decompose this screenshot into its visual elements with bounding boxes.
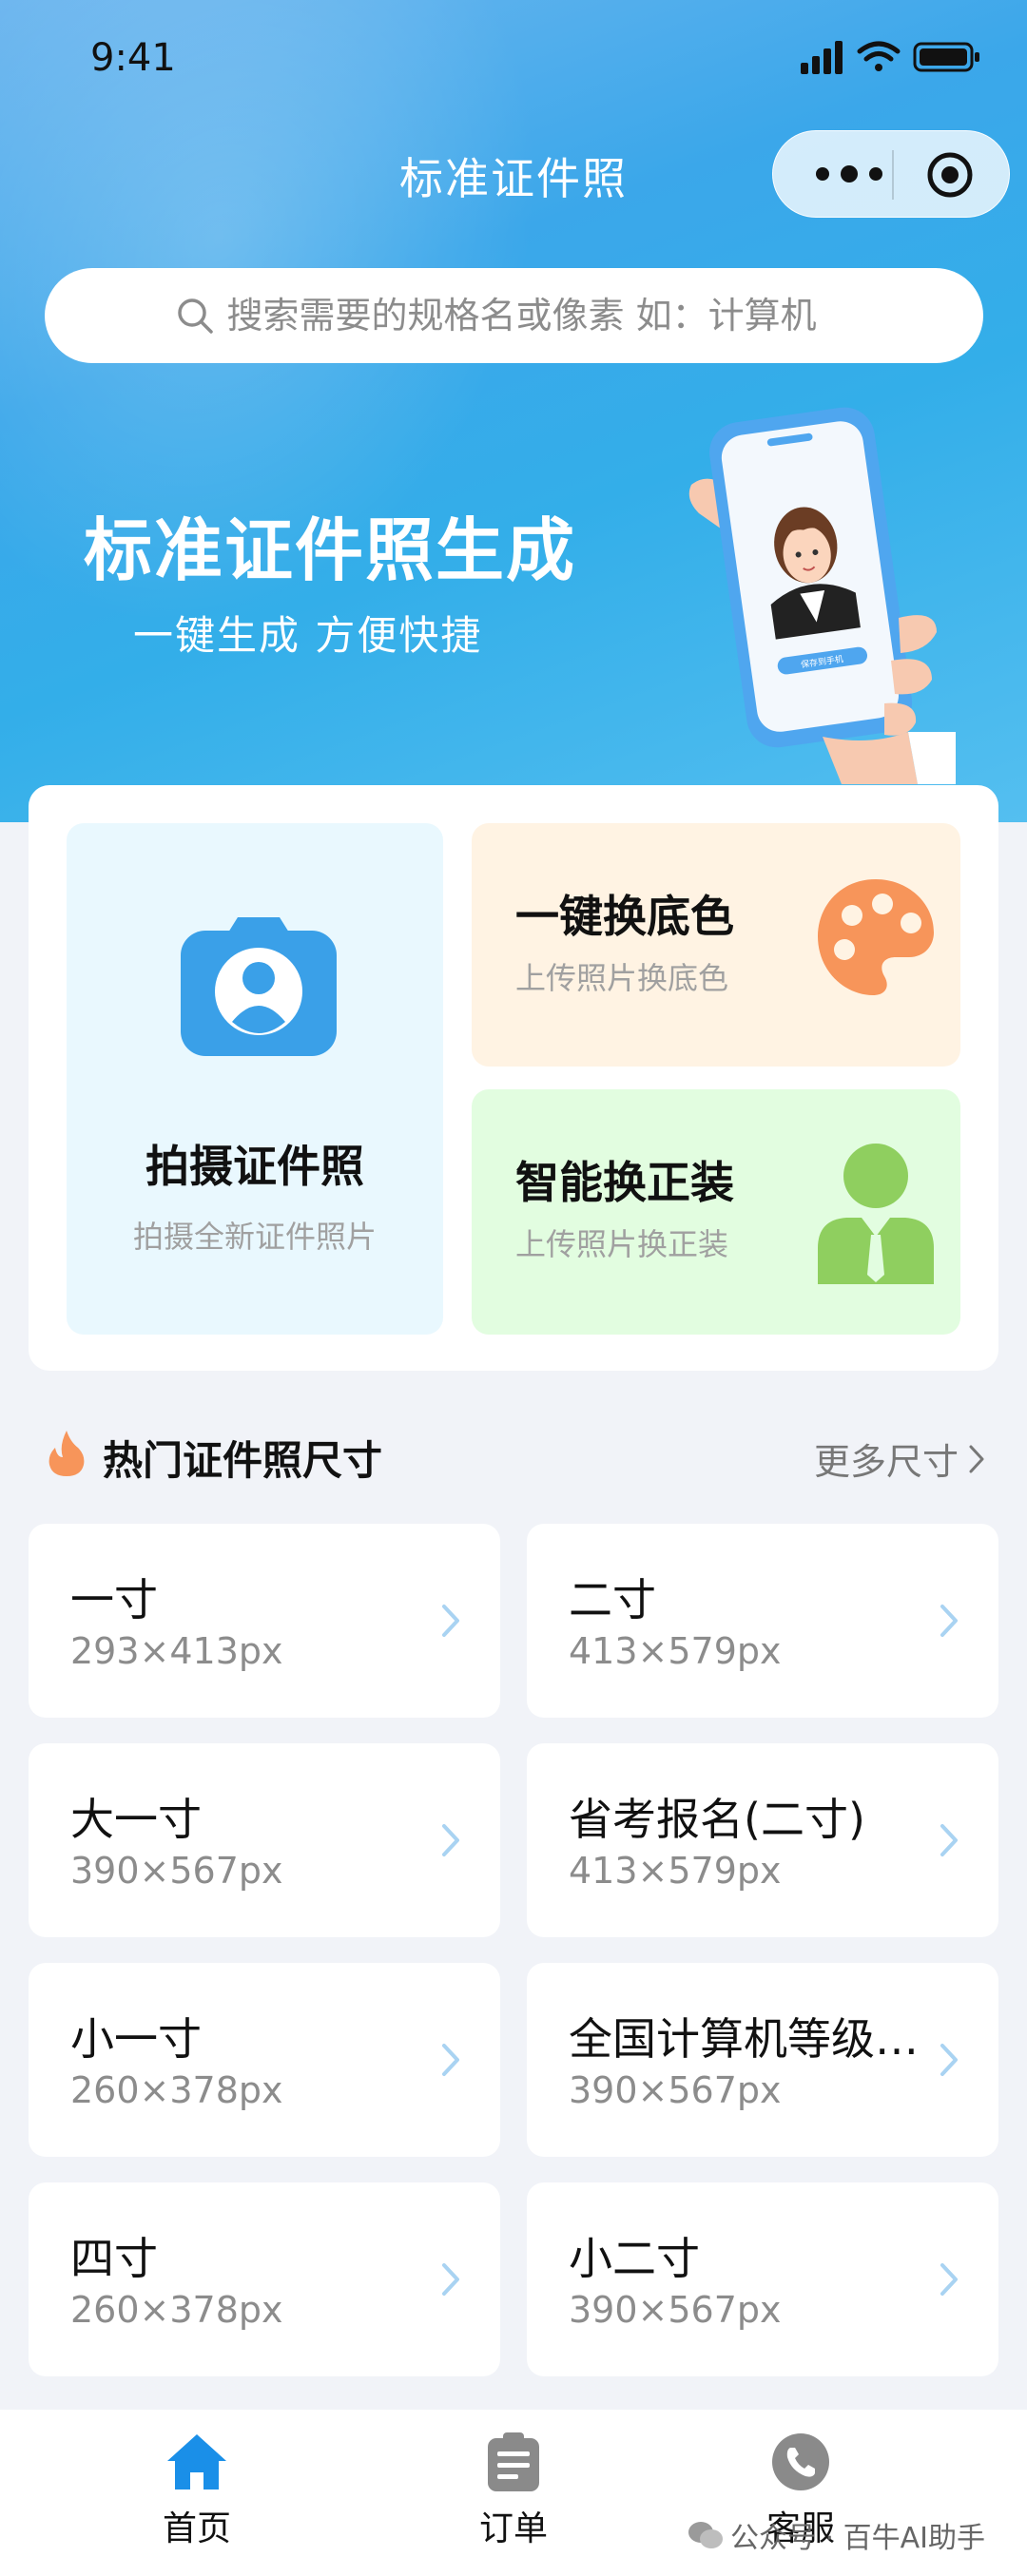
size-name: 省考报名(二寸) bbox=[569, 1794, 865, 1845]
chevron-right-icon bbox=[442, 1605, 459, 1637]
shoot-id-photo-card[interactable]: 拍摄证件照 拍摄全新证件照片 bbox=[67, 823, 443, 1335]
suit-title: 智能换正装 bbox=[515, 1157, 734, 1208]
hero-title: 标准证件照生成 bbox=[84, 510, 577, 590]
mini-program-capsule bbox=[772, 130, 1010, 218]
wifi-icon bbox=[857, 41, 901, 71]
camera-icon bbox=[181, 917, 337, 1056]
size-name: 小一寸 bbox=[70, 2013, 202, 2065]
hero-subtitle: 一键生成 方便快捷 bbox=[133, 612, 483, 659]
size-card[interactable]: 小一寸 260×378px bbox=[29, 1963, 500, 2157]
size-pixels: 293×413px bbox=[70, 1630, 283, 1672]
background-title: 一键换底色 bbox=[515, 891, 734, 942]
size-card[interactable]: 二寸 413×579px bbox=[527, 1524, 998, 1718]
change-suit-card[interactable]: 智能换正装 上传照片换正装 bbox=[472, 1089, 960, 1335]
signal-icon bbox=[801, 41, 843, 74]
size-card[interactable]: 省考报名(二寸) 413×579px bbox=[527, 1743, 998, 1937]
phone-icon bbox=[772, 2433, 829, 2490]
shoot-subtitle: 拍摄全新证件照片 bbox=[132, 1219, 377, 1255]
tab-orders[interactable]: 订单 bbox=[418, 2429, 609, 2562]
wechat-icon bbox=[688, 2522, 723, 2548]
capsule-divider bbox=[892, 150, 894, 200]
size-pixels: 390×567px bbox=[569, 2069, 782, 2111]
suit-person-icon bbox=[818, 1144, 934, 1284]
chevron-right-icon bbox=[940, 2263, 958, 2296]
search-bar[interactable] bbox=[45, 268, 983, 363]
change-background-card[interactable]: 一键换底色 上传照片换底色 bbox=[472, 823, 960, 1067]
size-name: 大一寸 bbox=[70, 1794, 202, 1845]
size-pixels: 390×567px bbox=[569, 2289, 782, 2331]
more-icon[interactable] bbox=[811, 160, 887, 188]
size-card[interactable]: 小二寸 390×567px bbox=[527, 2182, 998, 2376]
size-card[interactable]: 四寸 260×378px bbox=[29, 2182, 500, 2376]
hot-sizes-title: 热门证件照尺寸 bbox=[103, 1437, 383, 1484]
chevron-right-icon bbox=[442, 2263, 459, 2296]
chevron-right-icon bbox=[442, 2044, 459, 2076]
size-name: 小二寸 bbox=[569, 2233, 700, 2284]
chevron-right-icon bbox=[940, 2044, 958, 2076]
more-sizes-link[interactable]: 更多尺寸 bbox=[814, 1432, 987, 1485]
size-pixels: 260×378px bbox=[70, 2069, 283, 2111]
battery-icon bbox=[913, 42, 979, 72]
chevron-right-icon bbox=[940, 1824, 958, 1856]
watermark: 公众号 · 百牛AI助手 bbox=[687, 2514, 985, 2556]
size-pixels: 260×378px bbox=[70, 2289, 283, 2331]
chevron-right-icon bbox=[442, 1824, 459, 1856]
hero-banner: 9:41 标准证件照 搜索需要的规格名或像素 如：计算机 标准证件照生成 一键生… bbox=[0, 0, 1027, 822]
hot-sizes-header: 热门证件照尺寸 更多尺寸 bbox=[29, 1421, 998, 1488]
size-name: 一寸 bbox=[70, 1574, 158, 1625]
suit-subtitle: 上传照片换正装 bbox=[515, 1226, 729, 1262]
palette-icon bbox=[818, 879, 934, 995]
size-pixels: 413×579px bbox=[569, 1630, 782, 1672]
size-name: 全国计算机等级… bbox=[569, 2013, 919, 2065]
size-card[interactable]: 全国计算机等级… 390×567px bbox=[527, 1963, 998, 2157]
size-card[interactable]: 大一寸 390×567px bbox=[29, 1743, 500, 1937]
status-icons bbox=[801, 41, 979, 74]
search-input[interactable] bbox=[226, 295, 855, 336]
size-pixels: 413×579px bbox=[569, 1850, 782, 1892]
close-target-icon[interactable] bbox=[925, 150, 975, 200]
home-icon bbox=[167, 2434, 226, 2489]
tab-home[interactable]: 首页 bbox=[102, 2429, 292, 2562]
status-time: 9:41 bbox=[90, 36, 176, 80]
shoot-title: 拍摄证件照 bbox=[145, 1141, 364, 1192]
tab-label: 首页 bbox=[162, 2509, 231, 2548]
feature-panel: 拍摄证件照 拍摄全新证件照片 一键换底色 上传照片换底色 智能换正装 上传照片换… bbox=[29, 785, 998, 1371]
size-name: 二寸 bbox=[569, 1574, 656, 1625]
clipboard-icon bbox=[488, 2432, 539, 2491]
phone-illustration: 保存到手机 bbox=[688, 407, 956, 784]
more-sizes-label: 更多尺寸 bbox=[813, 1441, 959, 1483]
chevron-right-icon bbox=[969, 1445, 984, 1472]
flame-icon bbox=[48, 1431, 85, 1476]
chevron-right-icon bbox=[940, 1605, 958, 1637]
watermark-text: 公众号 · 百牛AI助手 bbox=[730, 2522, 985, 2555]
size-name: 四寸 bbox=[70, 2233, 158, 2284]
size-pixels: 390×567px bbox=[70, 1850, 283, 1892]
search-icon bbox=[177, 298, 213, 334]
tab-label: 订单 bbox=[478, 2509, 548, 2548]
size-card[interactable]: 一寸 293×413px bbox=[29, 1524, 500, 1718]
background-subtitle: 上传照片换底色 bbox=[515, 960, 729, 996]
